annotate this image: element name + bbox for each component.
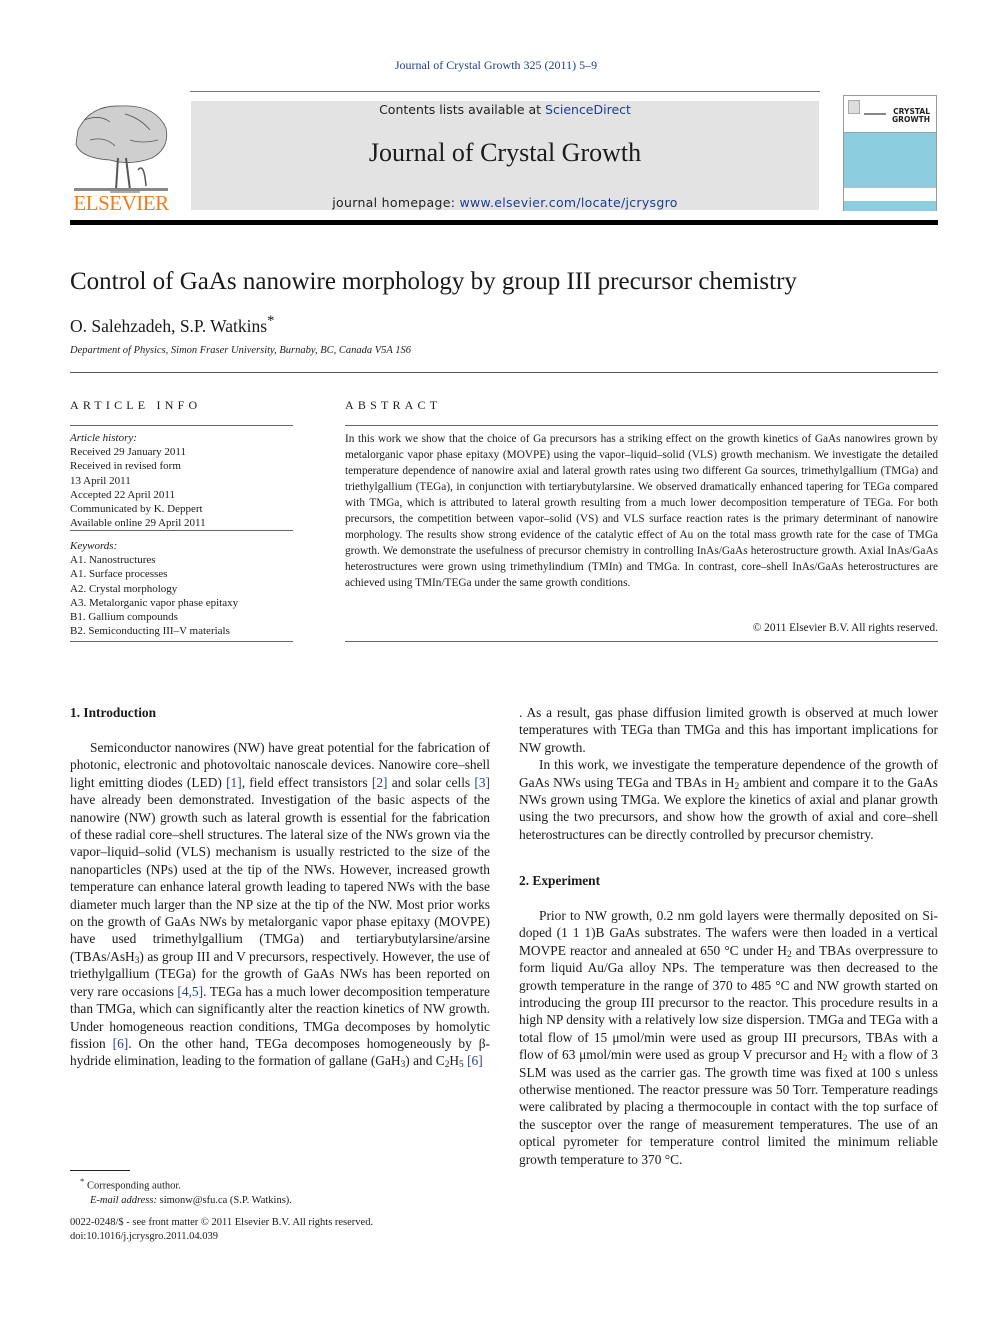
- article-info-heading: ARTICLE INFO: [70, 398, 202, 412]
- history-item: Accepted 22 April 2011: [70, 488, 175, 501]
- cover-title: CRYSTAL GROWTH: [892, 108, 930, 124]
- introduction-body: Semiconductor nanowires (NW) have great …: [70, 739, 490, 1070]
- divider: [70, 372, 938, 373]
- paragraph: Prior to NW growth, 0.2 nm gold layers w…: [519, 907, 938, 1168]
- divider: [345, 425, 938, 426]
- keywords-label: Keywords:: [70, 540, 118, 552]
- keyword-item: A1. Nanostructures: [70, 554, 156, 567]
- text-run: have already been demonstrated. Investig…: [70, 792, 490, 964]
- homepage-line: journal homepage: www.elsevier.com/locat…: [191, 195, 819, 210]
- cover-header: CRYSTAL GROWTH: [844, 96, 936, 132]
- citation-link[interactable]: [1]: [226, 775, 242, 790]
- header-thick-rule: [70, 220, 938, 225]
- citation-link[interactable]: [4,5]: [177, 984, 203, 999]
- running-head[interactable]: Journal of Crystal Growth 325 (2011) 5–9: [0, 58, 992, 73]
- citation-link[interactable]: [6]: [113, 1036, 129, 1051]
- citation-link[interactable]: [2]: [372, 775, 388, 790]
- elsevier-wordmark: ELSEVIER: [73, 191, 169, 215]
- cover-band: [844, 187, 936, 202]
- divider: [70, 530, 293, 531]
- text-run: with a flow of 3 SLM was used as the car…: [519, 1047, 939, 1167]
- journal-homepage-link[interactable]: www.elsevier.com/locate/jcrysgro: [460, 195, 678, 210]
- citation-link[interactable]: [6]: [467, 1053, 483, 1068]
- authors: O. Salehzadeh, S.P. Watkins*: [70, 313, 274, 337]
- footnote-rule: [70, 1170, 130, 1171]
- keyword-item: A2. Crystal morphology: [70, 582, 178, 595]
- paragraph: Semiconductor nanowires (NW) have great …: [70, 739, 490, 1070]
- contents-prefix: Contents lists available at: [379, 102, 546, 117]
- history-label: Article history:: [70, 432, 137, 444]
- keyword-item: B1. Gallium compounds: [70, 611, 178, 624]
- cover-title-line2: GROWTH: [892, 115, 930, 124]
- text-run: , field effect transistors: [241, 774, 372, 790]
- keywords: Keywords: A1. Nanostructures A1. Surface…: [70, 539, 238, 638]
- email-note: E-mail address: simonw@sfu.ca (S.P. Watk…: [70, 1194, 292, 1208]
- cover-band: [844, 132, 936, 188]
- doi-link[interactable]: doi:10.1016/j.jcrysgro.2011.04.039: [70, 1230, 373, 1244]
- history-item: Received in revised form: [70, 460, 181, 473]
- text-run: and solar cells: [387, 774, 475, 790]
- article-title: Control of GaAs nanowire morphology by g…: [70, 268, 797, 295]
- citation-link[interactable]: [3]: [474, 775, 490, 790]
- header-rule: [190, 91, 820, 92]
- journal-title: Journal of Crystal Growth: [368, 138, 642, 167]
- divider: [70, 641, 293, 642]
- footnote: * Corresponding author. E-mail address: …: [70, 1174, 292, 1208]
- journal-cover-thumbnail[interactable]: CRYSTAL GROWTH: [843, 95, 937, 211]
- keyword-item: A3. Metalorganic vapor phase epitaxy: [70, 596, 239, 609]
- contents-line: Contents lists available at ScienceDirec…: [191, 102, 819, 117]
- email-label: E-mail address:: [90, 1194, 157, 1206]
- text-run: . As a result, gas phase diffusion limit…: [519, 705, 938, 755]
- corresponding-author-note: * Corresponding author.: [70, 1174, 292, 1194]
- affiliation: Department of Physics, Simon Fraser Univ…: [70, 345, 412, 356]
- article-history: Article history: Received 29 January 201…: [70, 431, 206, 530]
- cover-publisher-icon: [848, 100, 860, 114]
- abstract-text: In this work we show that the choice of …: [345, 433, 938, 589]
- sciencedirect-link[interactable]: ScienceDirect: [545, 102, 631, 117]
- front-matter: 0022-0248/$ - see front matter © 2011 El…: [70, 1216, 373, 1244]
- experiment-body: Prior to NW growth, 0.2 nm gold layers w…: [519, 907, 938, 1168]
- abstract-heading: ABSTRACT: [345, 398, 442, 412]
- issn-line: 0022-0248/$ - see front matter © 2011 El…: [70, 1217, 374, 1228]
- cover-band: [844, 201, 936, 211]
- abstract-copyright: © 2011 Elsevier B.V. All rights reserved…: [752, 622, 938, 634]
- keyword-item: A1. Surface processes: [70, 568, 168, 581]
- homepage-prefix: journal homepage:: [332, 195, 460, 210]
- paragraph: In this work, we investigate the tempera…: [519, 756, 938, 843]
- history-item: Received 29 January 2011: [70, 446, 186, 459]
- paragraph: . As a result, gas phase diffusion limit…: [519, 704, 938, 756]
- author-names: O. Salehzadeh, S.P. Watkins: [70, 315, 268, 336]
- history-item: Communicated by K. Deppert: [70, 503, 203, 516]
- email-address[interactable]: simonw@sfu.ca (S.P. Watkins).: [157, 1195, 292, 1206]
- introduction-body-continued: . As a result, gas phase diffusion limit…: [519, 704, 938, 843]
- keyword-item: B2. Semiconducting III–V materials: [70, 625, 230, 638]
- text-run: and TBAs overpressure to form liquid Au/…: [519, 942, 938, 1063]
- divider: [70, 425, 293, 426]
- text-run: ) and C: [405, 1053, 445, 1069]
- divider: [345, 641, 938, 642]
- section-heading-experiment: 2. Experiment: [519, 873, 601, 888]
- corresponding-author-mark[interactable]: *: [267, 313, 274, 329]
- cover-subtitle-line: [864, 113, 886, 115]
- footnote-text: Corresponding author.: [84, 1180, 181, 1192]
- history-item: 13 April 2011: [70, 474, 131, 487]
- text-run: H: [449, 1053, 460, 1069]
- section-heading-introduction: 1. Introduction: [70, 705, 157, 720]
- history-item: Available online 29 April 2011: [70, 517, 206, 530]
